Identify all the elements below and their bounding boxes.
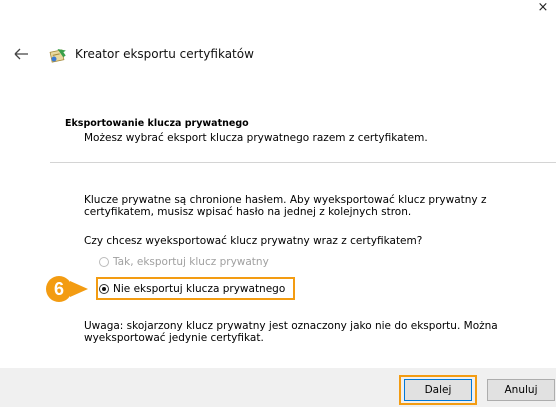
section-description: Możesz wybrać eksport klucza prywatnego … [84, 132, 428, 144]
back-arrow-icon[interactable] [12, 45, 30, 63]
wizard-title: Kreator eksportu certyfikatów [75, 47, 254, 61]
private-key-info: Klucze prywatne są chronione hasłem. Aby… [84, 194, 487, 218]
close-button[interactable]: × [536, 0, 550, 16]
cancel-button[interactable]: Anuluj [487, 379, 555, 401]
export-question: Czy chcesz wyeksportować klucz prywatny … [84, 235, 423, 247]
certificate-wizard-icon [49, 49, 66, 63]
radio-label[interactable]: Nie eksportuj klucza prywatnego [113, 283, 285, 295]
annotation-arrow-icon [70, 281, 88, 297]
radio-label: Tak, eksportuj klucz prywatny [113, 256, 269, 268]
radio-selected-icon[interactable] [99, 284, 109, 294]
radio-export-no[interactable]: Nie eksportuj klucza prywatnego [99, 283, 285, 295]
radio-export-yes: Tak, eksportuj klucz prywatny [99, 256, 269, 268]
radio-button-icon [99, 257, 109, 267]
annotation-step-badge: 6 [46, 276, 72, 302]
export-note: Uwaga: skojarzony klucz prywatny jest oz… [84, 320, 498, 344]
section-title: Eksportowanie klucza prywatnego [65, 118, 249, 129]
next-button[interactable]: Dalej [404, 379, 472, 401]
divider [50, 162, 556, 163]
